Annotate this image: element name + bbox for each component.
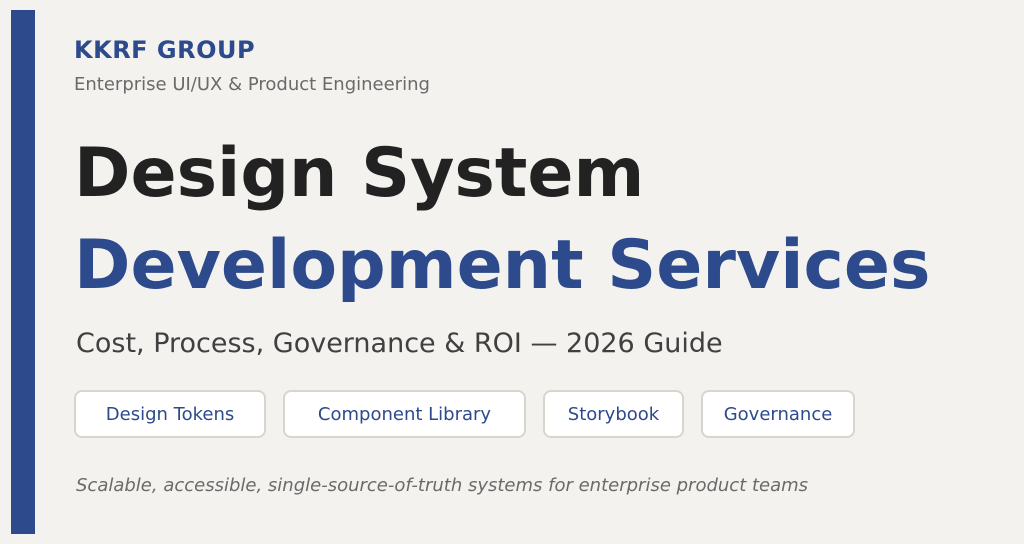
headline-line-1: Design System [74,134,645,213]
tag-list: Design Tokens Component Library Storyboo… [74,390,855,438]
tag-governance: Governance [701,390,855,438]
accent-bar [11,10,35,534]
brand-tagline: Enterprise UI/UX & Product Engineering [74,74,430,95]
subtitle: Cost, Process, Governance & ROI — 2026 G… [76,328,723,359]
tag-storybook: Storybook [543,390,684,438]
tag-design-tokens: Design Tokens [74,390,266,438]
brand-name: KKRF GROUP [74,36,256,64]
footnote: Scalable, accessible, single-source-of-t… [76,475,809,496]
headline-line-2: Development Services [74,226,931,305]
tag-component-library: Component Library [283,390,526,438]
